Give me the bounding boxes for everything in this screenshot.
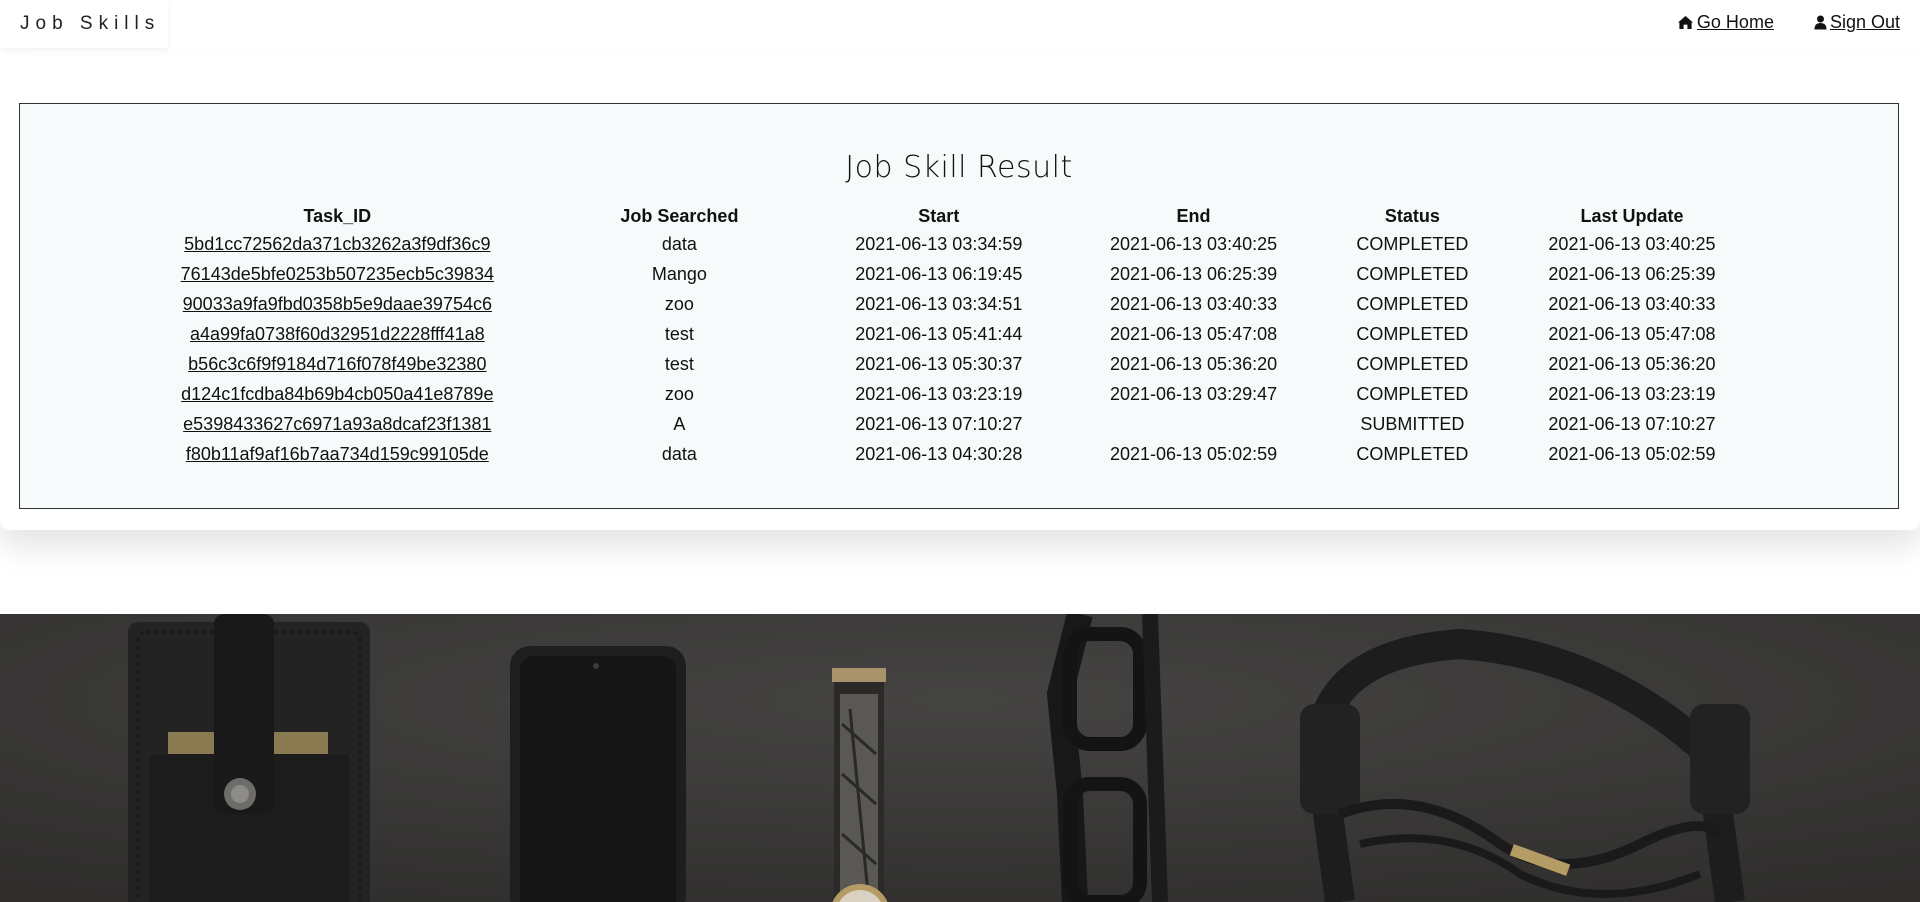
last-update-cell: 2021-06-13 05:36:20 [1548, 353, 1716, 374]
task-id-link[interactable]: f80b11af9af16b7aa734d159c99105de [186, 444, 489, 464]
column-header-task-id: Task_ID [303, 205, 372, 226]
status-cell: COMPLETED [1356, 293, 1469, 314]
column-header-end: End [1176, 205, 1211, 226]
last-update-cell: 2021-06-13 03:23:19 [1548, 383, 1716, 404]
job-cell: Mango [651, 263, 707, 284]
task-id-cell: 90033a9fa9fbd0358b5e9daae39754c6 [142, 289, 533, 319]
results-table: Task_ID Job Searched Start End Status La… [142, 203, 1775, 469]
table-row: 90033a9fa9fbd0358b5e9daae39754c6 zoo 202… [142, 289, 1775, 319]
end-cell: 2021-06-13 03:29:47 [1109, 383, 1278, 404]
brand-logo[interactable]: Job Skills [0, 0, 168, 48]
home-icon [1677, 15, 1694, 30]
navbar: Job Skills Go Home Sign Out [0, 0, 1920, 50]
task-id-link[interactable]: e5398433627c6971a93a8dcaf23f1381 [183, 414, 491, 434]
end-cell: 2021-06-13 03:40:33 [1109, 293, 1278, 314]
go-home-label: Go Home [1696, 12, 1774, 32]
task-id-cell: 76143de5bfe0253b507235ecb5c39834 [142, 259, 533, 289]
sign-out-link[interactable]: Sign Out [1814, 12, 1900, 33]
status-cell: COMPLETED [1356, 383, 1469, 404]
job-cell: test [664, 323, 694, 344]
task-id-link[interactable]: 76143de5bfe0253b507235ecb5c39834 [181, 264, 494, 284]
start-cell: 2021-06-13 05:30:37 [855, 353, 1023, 374]
table-row: 5bd1cc72562da371cb3262a3f9df36c9 data 20… [142, 229, 1775, 259]
table-row: e5398433627c6971a93a8dcaf23f1381 A 2021-… [142, 409, 1775, 439]
result-card: Job Skill Result Task_ID Job Searched St… [0, 56, 1920, 530]
last-update-cell: 2021-06-13 05:02:59 [1548, 443, 1716, 464]
end-cell: 2021-06-13 06:25:39 [1109, 263, 1278, 284]
job-cell: data [661, 233, 697, 254]
start-cell: 2021-06-13 03:34:59 [855, 233, 1023, 254]
task-id-link[interactable]: d124c1fcdba84b69b4cb050a41e8789e [181, 384, 493, 404]
last-update-cell: 2021-06-13 03:40:33 [1548, 293, 1716, 314]
sign-out-label: Sign Out [1829, 12, 1900, 32]
start-cell: 2021-06-13 03:34:51 [855, 293, 1023, 314]
last-update-cell: 2021-06-13 03:40:25 [1548, 233, 1716, 254]
end-cell: 2021-06-13 05:02:59 [1109, 443, 1278, 464]
last-update-cell: 2021-06-13 06:25:39 [1548, 263, 1716, 284]
job-cell: zoo [664, 383, 694, 404]
column-header-status: Status [1384, 205, 1440, 226]
task-id-cell: d124c1fcdba84b69b4cb050a41e8789e [142, 379, 533, 409]
hero-image [0, 614, 1920, 902]
status-cell: COMPLETED [1356, 323, 1469, 344]
go-home-link[interactable]: Go Home [1677, 12, 1774, 33]
task-id-cell: 5bd1cc72562da371cb3262a3f9df36c9 [142, 229, 533, 259]
task-id-link[interactable]: b56c3c6f9f9184d716f078f49be32380 [188, 354, 486, 374]
start-cell: 2021-06-13 07:10:27 [855, 413, 1023, 434]
status-cell: COMPLETED [1356, 233, 1469, 254]
table-header-row: Task_ID Job Searched Start End Status La… [142, 203, 1775, 229]
job-cell: A [673, 413, 686, 434]
task-id-cell: b56c3c6f9f9184d716f078f49be32380 [142, 349, 533, 379]
table-row: b56c3c6f9f9184d716f078f49be32380 test 20… [142, 349, 1775, 379]
task-id-cell: a4a99fa0738f60d32951d2228fff41a8 [142, 319, 533, 349]
result-panel: Job Skill Result Task_ID Job Searched St… [19, 103, 1899, 509]
start-cell: 2021-06-13 05:41:44 [855, 323, 1023, 344]
job-cell: data [661, 443, 697, 464]
column-header-last-update: Last Update [1580, 205, 1684, 226]
job-cell: zoo [664, 293, 694, 314]
status-cell: COMPLETED [1356, 443, 1469, 464]
desk-flatlay-illustration [0, 614, 1920, 902]
task-id-link[interactable]: a4a99fa0738f60d32951d2228fff41a8 [190, 324, 485, 344]
column-header-start: Start [918, 205, 960, 226]
task-id-cell: e5398433627c6971a93a8dcaf23f1381 [142, 409, 533, 439]
task-id-link[interactable]: 5bd1cc72562da371cb3262a3f9df36c9 [184, 234, 490, 254]
end-cell: 2021-06-13 03:40:25 [1109, 233, 1278, 254]
end-cell [1051, 409, 1335, 439]
status-cell: COMPLETED [1356, 353, 1469, 374]
job-cell: test [664, 353, 694, 374]
table-row: 76143de5bfe0253b507235ecb5c39834 Mango 2… [142, 259, 1775, 289]
nav-links: Go Home Sign Out [1677, 12, 1900, 33]
status-cell: COMPLETED [1356, 263, 1469, 284]
start-cell: 2021-06-13 03:23:19 [855, 383, 1023, 404]
end-cell: 2021-06-13 05:47:08 [1109, 323, 1278, 344]
table-row: a4a99fa0738f60d32951d2228fff41a8 test 20… [142, 319, 1775, 349]
start-cell: 2021-06-13 04:30:28 [855, 443, 1023, 464]
task-id-link[interactable]: 90033a9fa9fbd0358b5e9daae39754c6 [183, 294, 492, 314]
task-id-cell: f80b11af9af16b7aa734d159c99105de [142, 439, 533, 469]
column-header-job-searched: Job Searched [620, 205, 739, 226]
end-cell: 2021-06-13 05:36:20 [1109, 353, 1278, 374]
last-update-cell: 2021-06-13 07:10:27 [1548, 413, 1716, 434]
status-cell: SUBMITTED [1360, 413, 1465, 434]
start-cell: 2021-06-13 06:19:45 [855, 263, 1023, 284]
last-update-cell: 2021-06-13 05:47:08 [1548, 323, 1716, 344]
user-icon [1814, 15, 1827, 30]
table-row: f80b11af9af16b7aa734d159c99105de data 20… [142, 439, 1775, 469]
page-title: Job Skill Result [845, 150, 1073, 185]
table-row: d124c1fcdba84b69b4cb050a41e8789e zoo 202… [142, 379, 1775, 409]
